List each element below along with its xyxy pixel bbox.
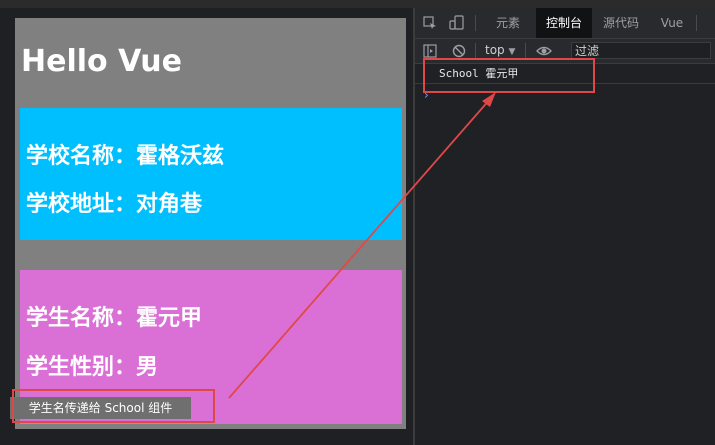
annotation-arrow [228, 92, 496, 399]
